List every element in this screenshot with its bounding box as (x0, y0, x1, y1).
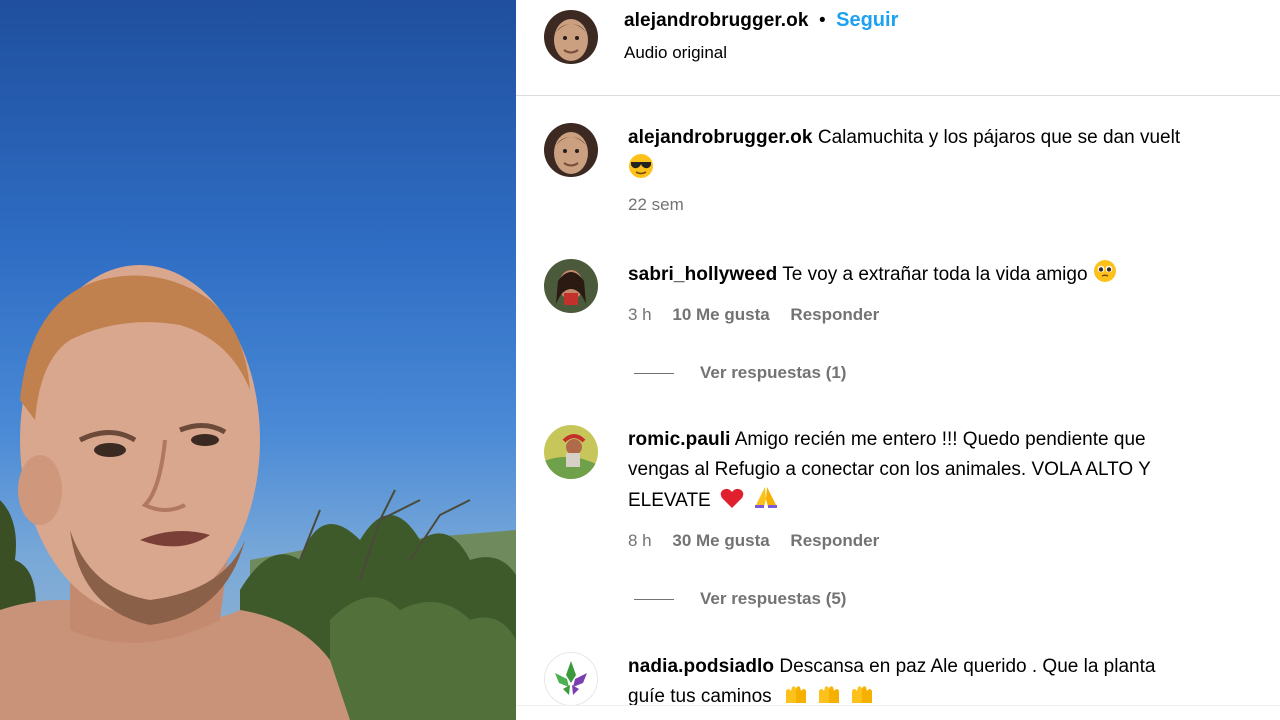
view-replies-label: Ver respuestas (1) (700, 363, 847, 382)
replies-divider (634, 599, 674, 601)
comment-text-line2: guíe tus caminos (628, 686, 772, 707)
author-username[interactable]: alejandrobrugger.ok (624, 10, 809, 31)
author-avatar[interactable] (544, 10, 598, 64)
comment-avatar[interactable] (544, 425, 598, 479)
comment-username[interactable]: romic.pauli (628, 429, 730, 450)
comment-likes[interactable]: 10 Me gusta (672, 305, 769, 324)
caption-text: Calamuchita y los pájaros que se dan vue… (817, 127, 1181, 148)
comment-meta: 8 h 30 Me gusta Responder (628, 531, 895, 551)
follow-button[interactable]: Seguir (836, 9, 898, 31)
comment-avatar[interactable] (544, 259, 598, 313)
comment-text-line1: Descansa en paz Ale querido . Que la pla… (779, 656, 1156, 677)
comment-avatar[interactable] (544, 652, 598, 706)
caption-time: 22 sem (628, 195, 684, 214)
view-replies-button[interactable]: Ver respuestas (5) (634, 589, 846, 609)
reply-button[interactable]: Responder (790, 531, 879, 550)
comment-time: 3 h (628, 305, 652, 324)
caption-username[interactable]: alejandrobrugger.ok (628, 127, 813, 148)
comment-text-line3: ELEVATE (628, 490, 711, 511)
panel-bottom-divider (516, 705, 1280, 706)
post-panel: alejandrobrugger.ok • Seguir Audio origi… (516, 0, 1280, 720)
comment-time: 8 h (628, 531, 652, 550)
comment-text-line2: vengas al Refugio a conectar con los ani… (628, 459, 1151, 480)
comment-text-line1: Amigo recién me entero !!! Quedo pendien… (734, 429, 1146, 450)
comment-meta: 3 h 10 Me gusta Responder (628, 305, 895, 325)
post-header: alejandrobrugger.ok • Seguir Audio origi… (516, 0, 1280, 96)
comment-likes[interactable]: 30 Me gusta (672, 531, 769, 550)
caption-avatar[interactable] (544, 123, 598, 177)
sunglasses-face-icon (629, 154, 653, 178)
raising-hands-icon (783, 686, 876, 707)
header-separator: • (819, 10, 826, 31)
audio-link[interactable]: Audio original (624, 43, 727, 63)
comment-username[interactable]: nadia.podsiadlo (628, 656, 774, 677)
replies-divider (634, 373, 674, 375)
comment-username[interactable]: sabri_hollyweed (628, 264, 777, 285)
comment-text: Te voy a extrañar toda la vida amigo (782, 264, 1088, 285)
pleading-face-icon (1093, 260, 1116, 282)
folded-hands-icon (755, 487, 778, 508)
red-heart-icon (720, 488, 744, 508)
post-video[interactable] (0, 0, 516, 720)
view-replies-label: Ver respuestas (5) (700, 589, 847, 608)
view-replies-button[interactable]: Ver respuestas (1) (634, 363, 846, 383)
reply-button[interactable]: Responder (790, 305, 879, 324)
video-frame-illustration (0, 265, 516, 720)
